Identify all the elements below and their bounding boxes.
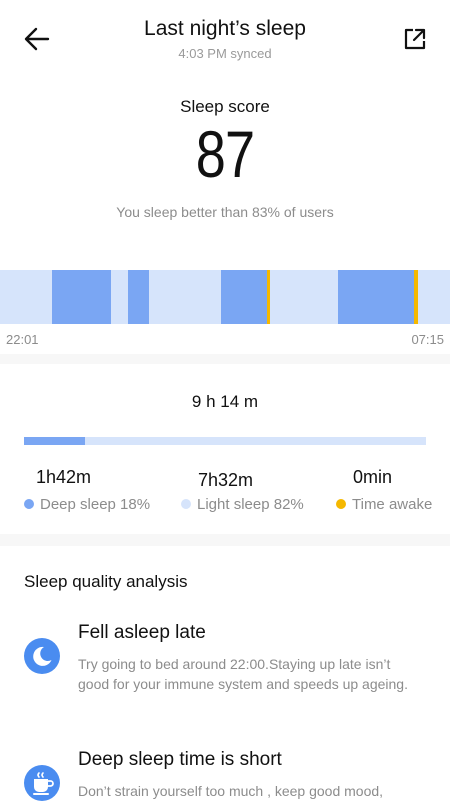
sync-status: 4:03 PM synced (178, 46, 272, 61)
analysis-item-title: Fell asleep late (78, 622, 206, 643)
coffee-cup-icon (33, 772, 54, 795)
section-divider (0, 354, 450, 364)
light-sleep-label: Light sleep 82% (181, 496, 304, 513)
time-awake-label-text: Time awake (352, 496, 433, 513)
light-sleep-dot (181, 499, 191, 509)
coffee-cup-icon-badge (24, 765, 60, 801)
share-external-icon (404, 28, 426, 50)
deep-sleep-label-text: Deep sleep 18% (40, 496, 151, 513)
deep-sleep-fill (24, 437, 86, 445)
section-divider (0, 534, 450, 546)
timeline-deep-segment (221, 270, 267, 324)
time-awake-value: 0min (353, 467, 393, 487)
page-title: Last night’s sleep (144, 17, 306, 40)
time-awake-label: Time awake (336, 496, 432, 513)
deep-sleep-stat: 1h42m Deep sleep 18% (24, 467, 150, 513)
share-button[interactable] (402, 26, 428, 52)
timeline-start-time: 22:01 (6, 332, 39, 347)
deep-sleep-label: Deep sleep 18% (24, 496, 150, 513)
time-awake-dot (336, 499, 346, 509)
timeline-awake-segment (414, 270, 418, 324)
analysis-item-description: Try going to bed around 22:00.Staying up… (78, 656, 408, 692)
sleep-score-comparison: You sleep better than 83% of users (116, 204, 334, 220)
timeline-deep-segment (128, 270, 149, 324)
analysis-item-title: Deep sleep time is short (78, 749, 282, 770)
sleep-stage-timeline[interactable] (0, 270, 450, 324)
deep-sleep-dot (24, 499, 34, 509)
timeline-deep-segment (52, 270, 111, 324)
timeline-end-time: 07:15 (411, 332, 444, 347)
timeline-deep-segment (338, 270, 414, 324)
sleep-score-label: Sleep score (180, 97, 270, 116)
header: Last night’s sleep 4:03 PM synced (0, 0, 450, 80)
timeline-awake-segment (267, 270, 270, 324)
time-awake-stat: 0min Time awake (336, 467, 432, 513)
light-sleep-stat: 7h32m Light sleep 82% (181, 470, 304, 513)
analysis-item-description: Don’t strain yourself too much , keep go… (78, 783, 384, 799)
sleep-score-value: 87 (195, 117, 255, 191)
deep-sleep-value: 1h42m (36, 467, 92, 487)
sleep-ratio-bar (24, 437, 426, 445)
moon-icon-badge (24, 638, 60, 674)
moon-icon (33, 646, 52, 666)
light-sleep-label-text: Light sleep 82% (197, 496, 304, 513)
light-sleep-value: 7h32m (198, 470, 254, 490)
analysis-section-title: Sleep quality analysis (24, 572, 188, 591)
total-sleep-duration: 9 h 14 m (191, 392, 259, 411)
